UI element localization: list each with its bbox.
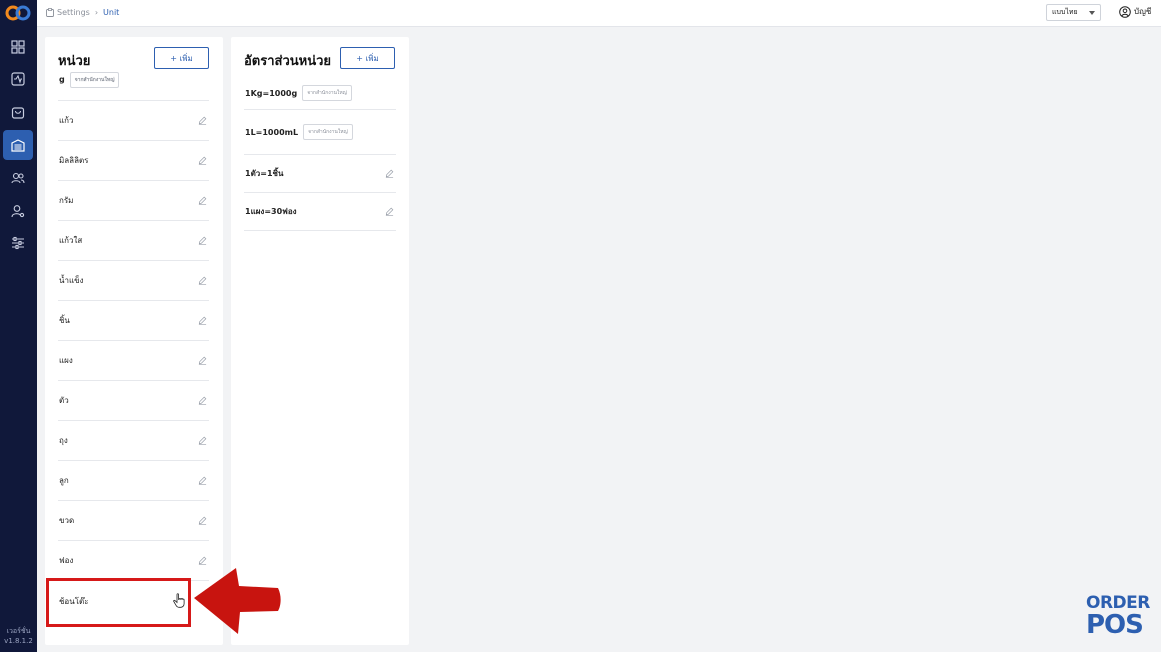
edit-icon[interactable]: [385, 207, 394, 216]
bag-icon: [11, 107, 25, 119]
hand-cursor-icon: [173, 593, 185, 608]
unit-row[interactable]: ลูก: [58, 461, 209, 501]
units-title: หน่วย: [58, 54, 91, 69]
grid-icon: [11, 40, 25, 54]
sliders-icon: [12, 236, 24, 250]
topbar: Settings › Unit แบบไทย บัญชี: [37, 0, 1161, 27]
unit-label: ชิ้น: [59, 316, 70, 325]
ratio-label: 1ตัว=1ชิ้น: [245, 169, 284, 178]
warehouse-icon: [11, 139, 25, 152]
edit-icon[interactable]: [198, 116, 207, 125]
edit-icon[interactable]: [198, 236, 207, 245]
account-label: บัญชี: [1134, 7, 1152, 16]
breadcrumb: Settings › Unit: [46, 8, 119, 17]
edit-icon[interactable]: [198, 476, 207, 485]
ratio-row[interactable]: 1ตัว=1ชิ้น: [244, 155, 396, 193]
brand-pos: POS: [1086, 610, 1144, 640]
breadcrumb-settings[interactable]: Settings: [57, 8, 90, 17]
ratio-label: 1L=1000mL: [245, 127, 299, 137]
add-unit-button[interactable]: + เพิ่ม: [154, 47, 209, 69]
hq-tag: จากสำนักงานใหญ่: [69, 72, 120, 88]
unit-label: แก้ว: [59, 116, 74, 125]
unit-row[interactable]: ขวด: [58, 501, 209, 541]
unit-row[interactable]: แก้วใส: [58, 221, 209, 261]
ratio-title: อัตราส่วนหน่วย: [244, 54, 332, 69]
edit-icon[interactable]: [198, 516, 207, 525]
edit-icon[interactable]: [198, 356, 207, 365]
edit-icon[interactable]: [198, 156, 207, 165]
unit-label: แผง: [59, 356, 73, 365]
red-arrow-icon: [194, 568, 281, 634]
edit-icon[interactable]: [198, 556, 207, 565]
nav-staff[interactable]: [3, 196, 33, 226]
unit-row[interactable]: ถุง: [58, 421, 209, 461]
account-menu[interactable]: บัญชี: [1119, 5, 1151, 18]
unit-label: g: [59, 75, 65, 84]
unit-label: น้ำแข็ง: [59, 276, 84, 285]
user-circle-icon: [1119, 5, 1131, 18]
nav-settings[interactable]: [3, 228, 33, 258]
unit-row[interactable]: แผง: [58, 341, 209, 381]
language-select[interactable]: แบบไทย: [1046, 4, 1101, 21]
chevron-right-icon: ›: [94, 8, 99, 17]
add-ratio-button[interactable]: + เพิ่ม: [340, 47, 395, 69]
ratio-list: 1Kg=1000g จากสำนักงานใหญ่ 1L=1000mL จากสำนั…: [244, 77, 396, 231]
nav-customers[interactable]: [3, 163, 33, 193]
ratio-row[interactable]: 1Kg=1000g จากสำนักงานใหญ่: [244, 77, 396, 110]
nav-inventory[interactable]: [3, 130, 33, 160]
hq-tag: จากสำนักงานใหญ่: [302, 85, 352, 101]
orderpos-logo: ORDER POS: [1086, 594, 1152, 642]
unit-label: ถุง: [59, 436, 68, 445]
language-value: แบบไทย: [1052, 8, 1078, 16]
unit-row[interactable]: แก้ว: [58, 101, 209, 141]
unit-label: ลูก: [59, 476, 69, 485]
version-info: เวอร์ชั่น v1.8.1.2: [4, 627, 33, 645]
nav-dashboard[interactable]: [3, 32, 33, 62]
unit-row[interactable]: กรัม: [58, 181, 209, 221]
unit-label: กรัม: [59, 196, 74, 205]
unit-label: ฟอง: [59, 556, 74, 565]
breadcrumb-unit: Unit: [103, 8, 120, 17]
ratio-label: 1แผง=30ฟอง: [245, 207, 297, 216]
edit-icon[interactable]: [198, 436, 207, 445]
app-logo[interactable]: [5, 4, 31, 22]
unit-label: แก้วใส: [59, 236, 83, 245]
ratio-label: 1Kg=1000g: [245, 88, 298, 98]
edit-icon[interactable]: [198, 276, 207, 285]
unit-ratio-panel: อัตราส่วนหน่วย + เพิ่ม 1Kg=1000g จากสำนัก…: [231, 37, 409, 645]
user-settings-icon: [11, 205, 25, 218]
edit-icon[interactable]: [198, 196, 207, 205]
unit-row[interactable]: น้ำแข็ง: [58, 261, 209, 301]
edit-icon[interactable]: [198, 396, 207, 405]
units-panel: หน่วย + เพิ่ม g จากสำนักงานใหญ่ แก้วมิลล…: [45, 37, 223, 645]
units-list: g จากสำนักงานใหญ่ แก้วมิลลิลิตรกรัมแก้วใ…: [58, 70, 209, 621]
unit-row[interactable]: มิลลิลิตร: [58, 141, 209, 181]
unit-label: ขวด: [59, 516, 75, 525]
nav-activity[interactable]: [3, 64, 33, 94]
nav-orders[interactable]: [3, 97, 33, 127]
users-icon: [11, 172, 25, 184]
clipboard-icon: [46, 8, 54, 17]
unit-row[interactable]: ชิ้น: [58, 301, 209, 341]
ratio-row[interactable]: 1L=1000mL จากสำนักงานใหญ่: [244, 110, 396, 155]
highlight-box: [46, 578, 191, 627]
unit-row[interactable]: ตัว: [58, 381, 209, 421]
activity-icon: [11, 72, 25, 86]
sidebar: เวอร์ชั่น v1.8.1.2: [0, 0, 37, 652]
caret-down-icon: [1089, 11, 1095, 15]
hq-tag: จากสำนักงานใหญ่: [303, 124, 353, 140]
edit-icon[interactable]: [385, 169, 394, 178]
ratio-row[interactable]: 1แผง=30ฟอง: [244, 193, 396, 231]
unit-label: ตัว: [59, 396, 69, 405]
unit-row[interactable]: ฟอง: [58, 541, 209, 581]
unit-label: มิลลิลิตร: [59, 156, 89, 165]
edit-icon[interactable]: [198, 316, 207, 325]
unit-row-partial[interactable]: g จากสำนักงานใหญ่: [58, 70, 209, 101]
